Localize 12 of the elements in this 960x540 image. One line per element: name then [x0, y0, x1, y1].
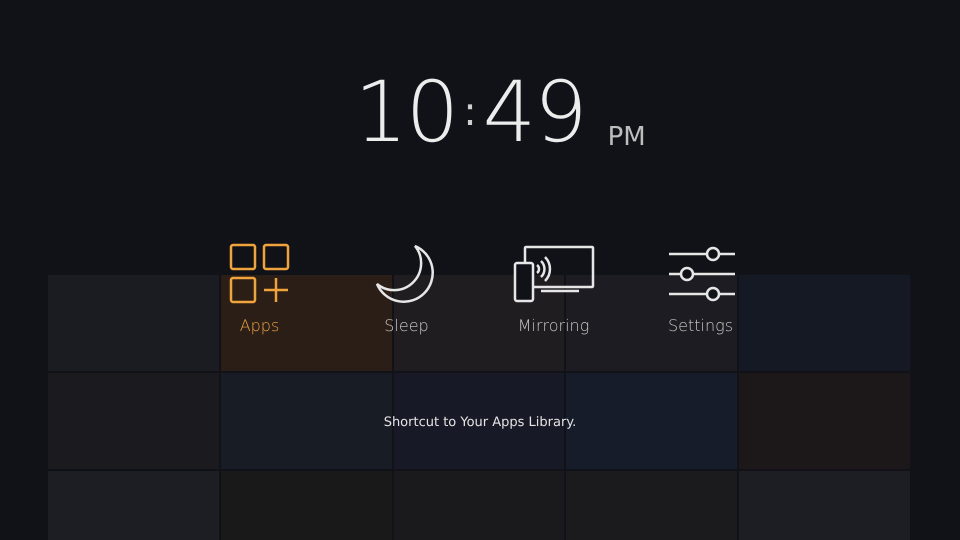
- quick-menu-item[interactable]: Sleep: [333, 242, 480, 335]
- quick-menu-item[interactable]: Settings: [627, 242, 774, 335]
- clock-separator: :: [463, 92, 477, 132]
- clock-meridiem: PM: [608, 122, 646, 152]
- phone-and-tv-icon: [512, 245, 594, 303]
- clock-hours: 10: [354, 70, 458, 154]
- sliders-icon: [666, 246, 734, 302]
- quick-menu-item[interactable]: Apps: [186, 242, 333, 335]
- apps-grid-icon: [228, 243, 290, 305]
- menu-description: Shortcut to Your Apps Library.: [384, 415, 576, 430]
- quick-menu-item[interactable]: Mirroring: [480, 242, 627, 335]
- clock-minutes: 49: [482, 70, 586, 154]
